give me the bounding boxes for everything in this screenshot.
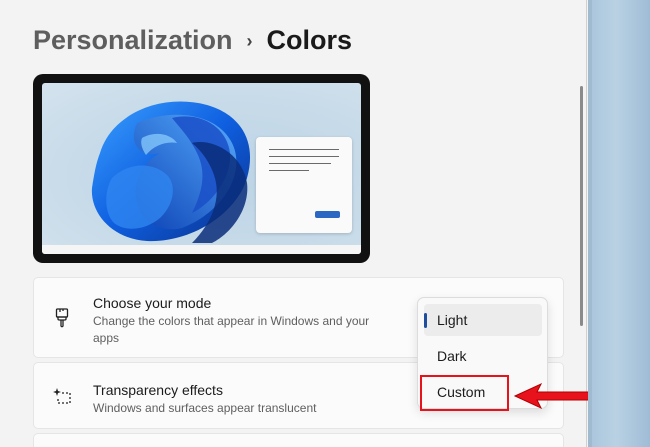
theme-preview bbox=[33, 74, 370, 263]
preview-sample-window bbox=[256, 137, 352, 233]
mode-description: Change the colors that appear in Windows… bbox=[93, 314, 370, 345]
annotation-highlight-box bbox=[420, 375, 509, 411]
selection-indicator bbox=[424, 313, 427, 328]
desktop-background bbox=[588, 0, 650, 447]
preview-text-line bbox=[269, 170, 309, 171]
scrollbar[interactable] bbox=[580, 86, 583, 326]
breadcrumb: Personalization › Colors bbox=[33, 22, 352, 58]
page-title: Colors bbox=[266, 24, 353, 55]
breadcrumb-personalization[interactable]: Personalization bbox=[33, 25, 233, 56]
preview-taskbar bbox=[42, 245, 361, 254]
sparkle-selection-icon bbox=[52, 385, 72, 407]
transparency-title: Transparency effects bbox=[93, 382, 223, 398]
paintbrush-icon bbox=[52, 307, 72, 329]
mode-option-label: Dark bbox=[437, 348, 467, 364]
next-setting-card[interactable] bbox=[33, 433, 564, 447]
preview-text-line bbox=[269, 156, 339, 157]
preview-text-line bbox=[269, 163, 331, 164]
mode-option-dark[interactable]: Dark bbox=[424, 340, 542, 372]
chevron-right-icon: › bbox=[246, 30, 253, 51]
transparency-description: Windows and surfaces appear translucent bbox=[93, 401, 317, 415]
preview-accent-button bbox=[315, 211, 340, 218]
preview-text-line bbox=[269, 149, 339, 150]
mode-option-label: Light bbox=[437, 312, 468, 328]
preview-screen bbox=[42, 83, 361, 254]
settings-window: Personalization › Colors Choose your mod… bbox=[0, 0, 606, 447]
mode-option-light[interactable]: Light bbox=[424, 304, 542, 336]
mode-title: Choose your mode bbox=[93, 295, 212, 311]
